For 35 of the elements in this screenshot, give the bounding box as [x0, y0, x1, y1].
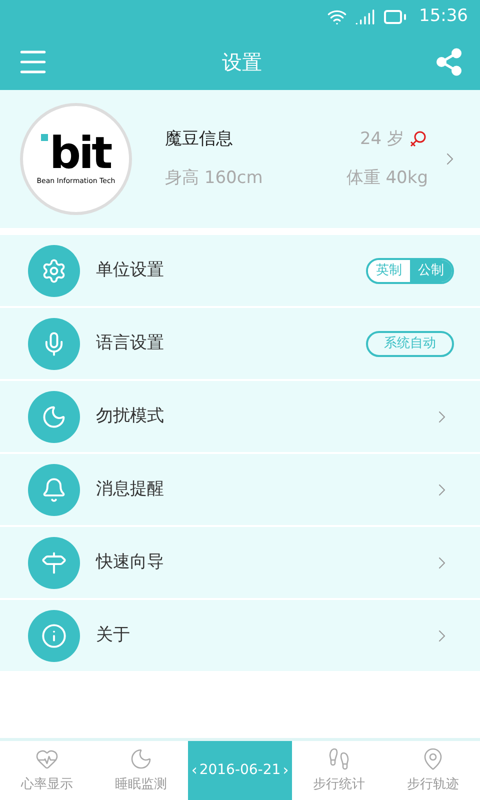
logo-square-icon	[41, 134, 48, 141]
current-date: 2016-06-21	[199, 761, 281, 780]
status-time: 15:36	[419, 5, 468, 28]
page-title: 设置	[221, 49, 263, 76]
share-icon	[434, 47, 464, 77]
gear-icon	[41, 258, 67, 284]
language-button[interactable]: 系统自动	[366, 330, 454, 356]
previous-date-button[interactable]: ‹	[191, 759, 198, 782]
setting-label: 勿扰模式	[96, 404, 165, 428]
bell-icon	[41, 476, 67, 502]
unit-option[interactable]: 英制	[368, 260, 410, 282]
nav-tab[interactable]: 心率显示	[0, 741, 94, 800]
user-height: 身高 160cm	[165, 167, 263, 190]
share-button[interactable]	[434, 47, 464, 77]
moon-icon	[41, 404, 67, 430]
logo-text: bit	[49, 132, 110, 176]
setting-label: 消息提醒	[96, 478, 165, 501]
info-icon	[41, 622, 67, 648]
signal-icon	[355, 7, 375, 27]
setting-label: 关于	[96, 624, 131, 647]
footprints-icon	[327, 746, 351, 771]
setting-label: 语言设置	[96, 332, 165, 355]
user-age: 24 岁	[360, 128, 404, 150]
setting-label: 快速向导	[96, 550, 165, 574]
signpost-icon	[41, 550, 67, 576]
user-weight: 体重 40kg	[346, 167, 428, 190]
setting-label: 单位设置	[96, 258, 165, 282]
nav-tab[interactable]: 睡眠监测	[94, 741, 188, 800]
user-name: 魔豆信息	[165, 128, 233, 150]
nav-tab[interactable]: 步行统计	[292, 741, 386, 800]
nav-tab[interactable]: 步行轨迹	[386, 741, 480, 800]
next-date-button[interactable]: ›	[282, 759, 289, 782]
female-symbol-icon	[408, 129, 428, 150]
moon-icon	[129, 746, 153, 771]
unit-option[interactable]: 公制	[410, 260, 452, 282]
